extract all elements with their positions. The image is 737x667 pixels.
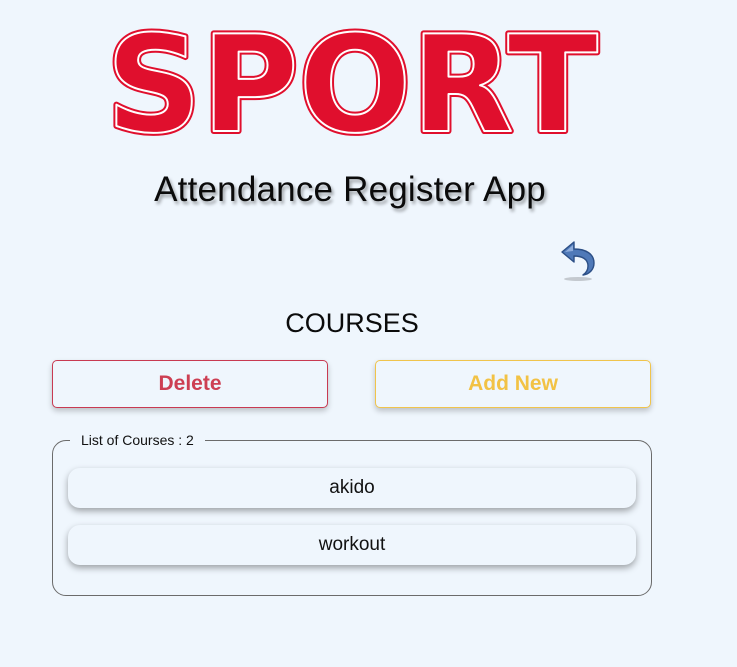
sport-logo: SPORT SPORT bbox=[100, 10, 605, 144]
course-list-group: List of Courses : 2 akido workout bbox=[52, 431, 652, 596]
svg-text:SPORT: SPORT bbox=[106, 10, 598, 144]
course-name: workout bbox=[318, 534, 386, 555]
courses-heading: COURSES bbox=[285, 308, 419, 338]
undo-arrow-icon bbox=[561, 241, 595, 281]
list-item[interactable]: akido bbox=[68, 468, 636, 508]
course-name: akido bbox=[329, 477, 375, 498]
delete-button[interactable]: Delete bbox=[52, 360, 328, 408]
add-new-button[interactable]: Add New bbox=[375, 360, 651, 408]
course-list-legend: List of Courses : 2 bbox=[70, 431, 205, 449]
list-item[interactable]: workout bbox=[68, 525, 636, 565]
app-title: Attendance Register App bbox=[154, 170, 546, 209]
back-button[interactable] bbox=[558, 238, 598, 282]
